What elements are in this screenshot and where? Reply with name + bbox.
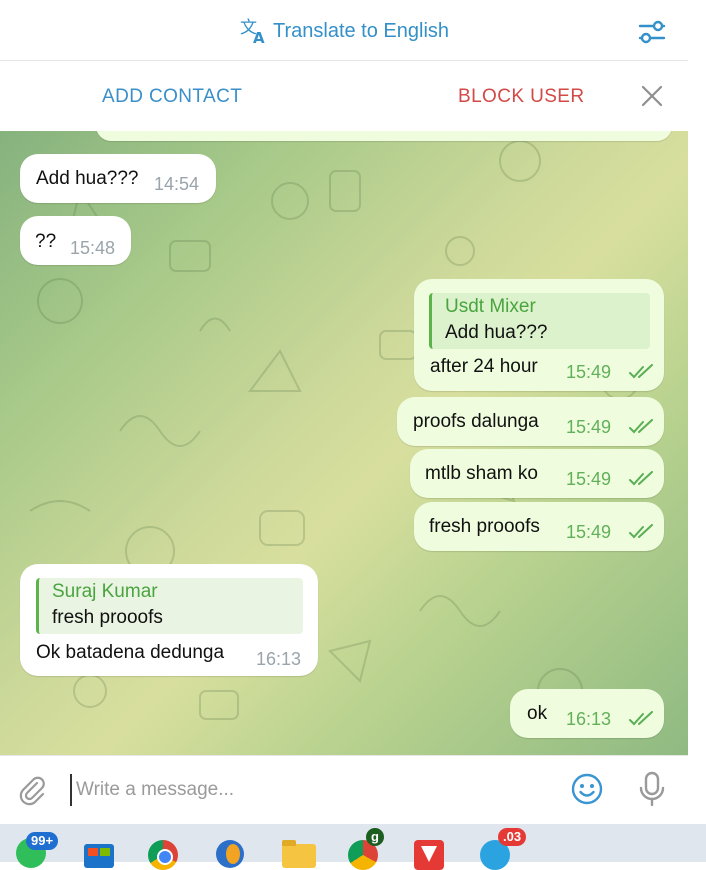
file-explorer-icon[interactable] <box>280 836 316 868</box>
profile-badge: g <box>366 828 384 846</box>
unread-badge: .03 <box>498 828 527 846</box>
translate-label: Translate to English <box>273 19 450 42</box>
message-bubble[interactable]: ?? 15:48 <box>20 216 131 265</box>
message-time: 16:13 <box>256 649 302 669</box>
media-player-icon[interactable] <box>212 836 248 868</box>
chrome-profile-icon[interactable]: g <box>346 828 384 870</box>
message-time: 15:49 <box>566 522 612 542</box>
message-time: 15:48 <box>70 238 116 258</box>
translate-icon: 文 A <box>240 18 265 45</box>
microsoft-store-icon[interactable] <box>82 836 118 868</box>
message-text: Ok batadena dedunga <box>36 642 225 663</box>
reply-author: Usdt Mixer <box>445 296 536 317</box>
read-ticks-icon <box>629 711 653 726</box>
read-ticks-icon <box>629 364 653 379</box>
svg-text:A: A <box>253 29 265 45</box>
add-contact-button[interactable]: ADD CONTACT <box>102 86 242 108</box>
window-right-edge <box>687 0 706 828</box>
contact-action-bar: ADD CONTACT BLOCK USER <box>0 61 688 132</box>
message-time: 15:49 <box>566 417 612 437</box>
reply-text: Add hua??? <box>445 322 548 343</box>
message-text: after 24 hour <box>430 356 538 377</box>
read-ticks-icon <box>629 419 653 434</box>
message-text: fresh prooofs <box>429 516 540 537</box>
message-time: 15:49 <box>566 469 612 489</box>
message-time: 14:54 <box>154 174 200 194</box>
close-icon[interactable] <box>639 83 665 109</box>
message-bubble-partial <box>96 131 672 141</box>
app-icon[interactable] <box>412 836 448 870</box>
reply-quote[interactable]: Suraj Kumar fresh prooofs <box>36 578 303 634</box>
sliders-icon[interactable] <box>637 18 667 46</box>
block-user-button[interactable]: BLOCK USER <box>458 86 584 108</box>
whatsapp-icon[interactable]: 99+ <box>14 832 59 868</box>
reply-text: fresh prooofs <box>52 607 163 628</box>
reply-quote[interactable]: Usdt Mixer Add hua??? <box>429 293 650 349</box>
message-input[interactable] <box>70 774 548 806</box>
message-time: 15:49 <box>566 362 612 382</box>
message-bubble[interactable]: Suraj Kumar fresh prooofs Ok batadena de… <box>20 564 318 676</box>
chrome-icon[interactable] <box>146 836 182 870</box>
message-bubble[interactable]: ok 16:13 <box>510 689 664 738</box>
message-bubble[interactable]: proofs dalunga 15:49 <box>397 397 664 446</box>
read-ticks-icon <box>629 471 653 486</box>
chat-history[interactable]: Add hua??? 14:54 ?? 15:48 Usdt Mixer Add… <box>0 131 688 755</box>
message-bubble[interactable]: fresh prooofs 15:49 <box>414 502 664 551</box>
telegram-icon[interactable]: .03 <box>478 828 527 870</box>
read-ticks-icon <box>629 524 653 539</box>
os-taskbar: 99+ g .03 <box>0 824 706 870</box>
message-text: Add hua??? <box>36 168 139 189</box>
microphone-icon[interactable] <box>636 770 668 808</box>
reply-author: Suraj Kumar <box>52 581 158 602</box>
message-time: 16:13 <box>566 709 612 729</box>
message-text: proofs dalunga <box>413 411 539 432</box>
message-bubble[interactable]: Add hua??? 14:54 <box>20 154 216 203</box>
message-composer <box>0 755 688 824</box>
message-text: ?? <box>35 231 57 252</box>
unread-badge: 99+ <box>26 832 59 850</box>
translate-button[interactable]: 文 A Translate to English <box>239 17 449 45</box>
message-text: mtlb sham ko <box>425 463 538 484</box>
translate-bar: 文 A Translate to English <box>0 0 688 61</box>
message-bubble[interactable]: Usdt Mixer Add hua??? after 24 hour 15:4… <box>414 279 664 391</box>
message-bubble[interactable]: mtlb sham ko 15:49 <box>410 449 664 498</box>
message-text: ok <box>527 703 548 724</box>
paperclip-icon[interactable] <box>16 774 48 806</box>
smiley-icon[interactable] <box>570 772 604 806</box>
